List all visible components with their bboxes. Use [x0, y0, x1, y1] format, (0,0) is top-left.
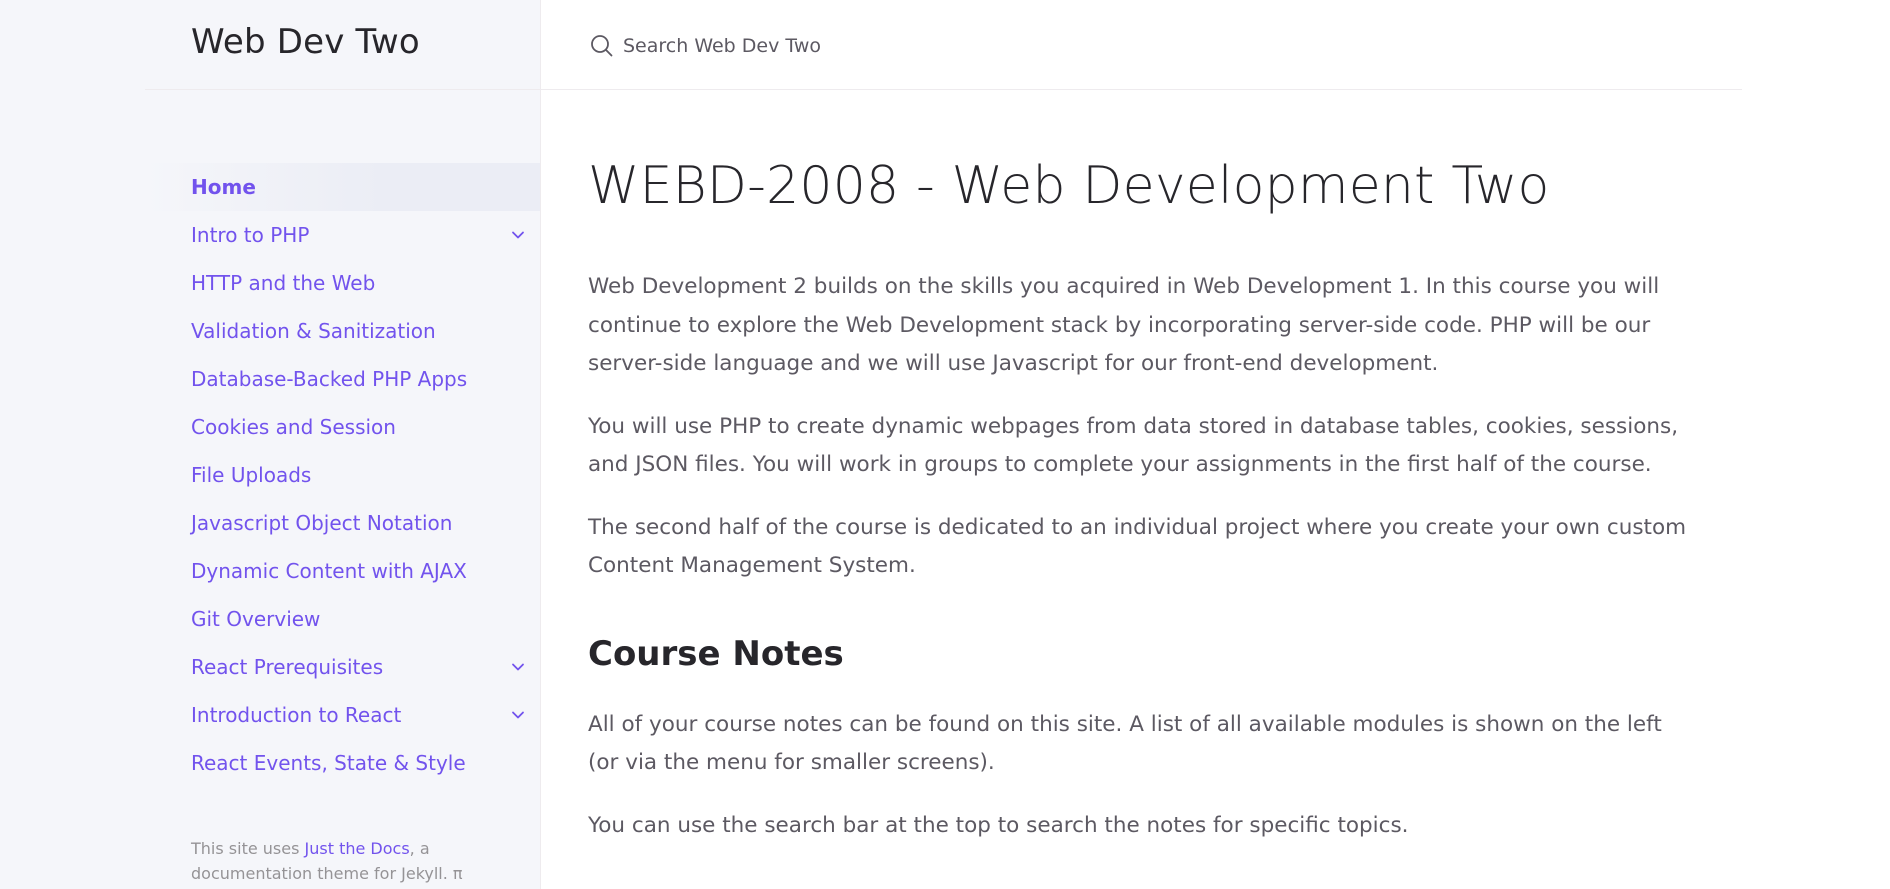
main-content: WEBD-2008 - Web Development Two Web Deve… — [588, 152, 1688, 869]
course-notes-paragraph: You can use the search bar at the top to… — [588, 812, 1409, 838]
intro-paragraph: The second half of the course is dedicat… — [588, 514, 1687, 579]
sidebar-item-label[interactable]: Database-Backed PHP Apps — [191, 367, 467, 391]
site-title-link[interactable]: Web Dev Two — [191, 22, 420, 62]
sidebar-item-introduction-to-react[interactable]: Introduction to React — [145, 691, 540, 739]
chevron-down-icon[interactable] — [506, 223, 530, 247]
footer-prefix: This site uses — [191, 839, 305, 858]
sidebar-item-label[interactable]: HTTP and the Web — [191, 271, 375, 295]
sidebar-item-label[interactable]: File Uploads — [191, 463, 311, 487]
sidebar-item-git-overview[interactable]: Git Overview — [145, 595, 540, 643]
intro-paragraph: Web Development 2 builds on the skills y… — [588, 274, 1660, 376]
search-input[interactable] — [623, 35, 1223, 57]
sidebar-item-file-uploads[interactable]: File Uploads — [145, 451, 540, 499]
course-notes-paragraph: All of your course notes can be found on… — [588, 711, 1662, 776]
section-heading-course-notes: Course Notes — [588, 633, 844, 674]
sidebar-nav: Home Intro to PHP HTTP and the Web Validati… — [145, 163, 540, 787]
page: Web Dev Two Home Intro to PHP HTTP and the… — [0, 0, 1890, 889]
sidebar-item-label[interactable]: Validation & Sanitization — [191, 319, 436, 343]
search-bar[interactable] — [589, 28, 1289, 64]
chevron-down-icon[interactable] — [506, 703, 530, 727]
sidebar-item-label[interactable]: Introduction to React — [191, 703, 401, 727]
sidebar-item-label[interactable]: React Events, State & Style — [191, 751, 466, 775]
header-divider — [540, 89, 1742, 90]
sidebar-item-cookies-and-session[interactable]: Cookies and Session — [145, 403, 540, 451]
chevron-down-icon[interactable] — [506, 655, 530, 679]
search-icon — [589, 33, 615, 59]
sidebar-item-label[interactable]: Intro to PHP — [191, 223, 309, 247]
sidebar-header-divider — [145, 89, 540, 90]
sidebar-item-label[interactable]: Cookies and Session — [191, 415, 396, 439]
sidebar-item-label[interactable]: Home — [191, 175, 256, 199]
just-the-docs-link[interactable]: Just the Docs — [305, 839, 410, 858]
intro-paragraph: You will use PHP to create dynamic webpa… — [588, 413, 1679, 478]
sidebar-item-label[interactable]: Dynamic Content with AJAX — [191, 559, 467, 583]
sidebar-item-http-and-the-web[interactable]: HTTP and the Web — [145, 259, 540, 307]
sidebar-item-dynamic-content-with-ajax[interactable]: Dynamic Content with AJAX — [145, 547, 540, 595]
sidebar-item-label[interactable]: React Prerequisites — [191, 655, 383, 679]
sidebar-item-validation-sanitization[interactable]: Validation & Sanitization — [145, 307, 540, 355]
sidebar-item-label[interactable]: Javascript Object Notation — [191, 511, 452, 535]
sidebar-item-react-events-state-style[interactable]: React Events, State & Style — [145, 739, 540, 787]
sidebar-item-label[interactable]: Git Overview — [191, 607, 320, 631]
sidebar-item-database-backed-php-apps[interactable]: Database-Backed PHP Apps — [145, 355, 540, 403]
sidebar-item-intro-to-php[interactable]: Intro to PHP — [145, 211, 540, 259]
page-title: WEBD-2008 - Web Development Two — [588, 156, 1550, 216]
sidebar-item-javascript-object-notation[interactable]: Javascript Object Notation — [145, 499, 540, 547]
sidebar-footer: This site uses Just the Docs, a document… — [191, 836, 491, 886]
sidebar-item-home[interactable]: Home — [145, 163, 540, 211]
sidebar-item-react-prerequisites[interactable]: React Prerequisites — [145, 643, 540, 691]
